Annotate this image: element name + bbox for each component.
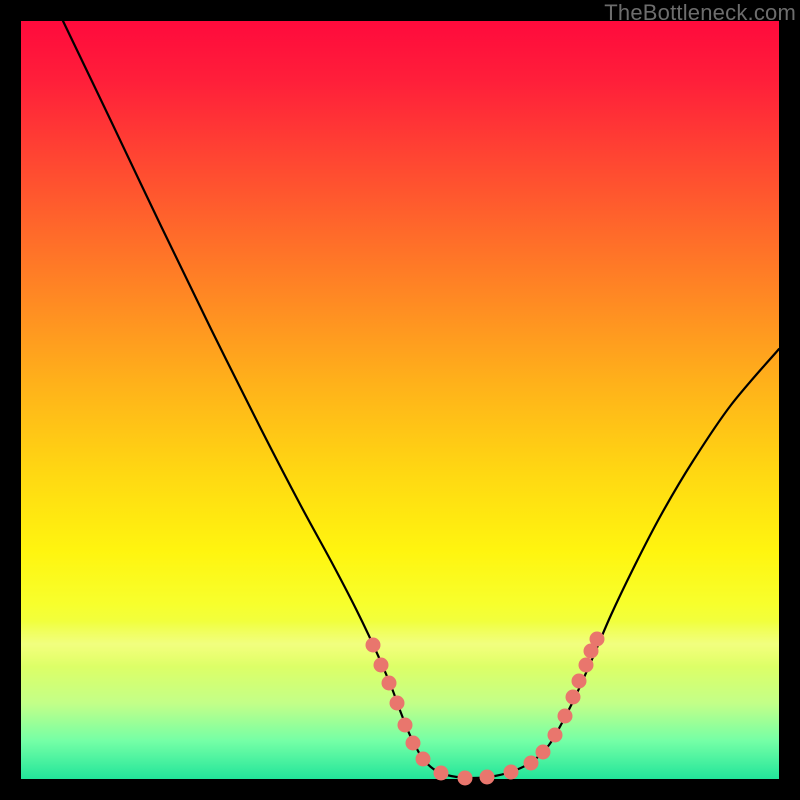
- curve-dot: [366, 638, 381, 653]
- curve-dot: [536, 745, 551, 760]
- curve-dot: [524, 756, 539, 771]
- curve-dot: [572, 674, 587, 689]
- curve-dot: [590, 632, 605, 647]
- curve-dot: [434, 766, 449, 781]
- curve-dot: [390, 696, 405, 711]
- curve-dot: [480, 770, 495, 785]
- curve-dot: [504, 765, 519, 780]
- curve-dot: [398, 718, 413, 733]
- watermark-text: TheBottleneck.com: [604, 0, 796, 26]
- curve-dot: [416, 752, 431, 767]
- curve-dot: [548, 728, 563, 743]
- curve-dot: [566, 690, 581, 705]
- bottleneck-curve: [63, 21, 779, 778]
- curve-dot: [406, 736, 421, 751]
- curve-dot: [558, 709, 573, 724]
- curve-dot: [579, 658, 594, 673]
- curve-dot: [374, 658, 389, 673]
- curve-dot: [382, 676, 397, 691]
- curve-dot: [458, 771, 473, 786]
- chart-frame: [21, 21, 779, 779]
- chart-svg: [21, 21, 779, 779]
